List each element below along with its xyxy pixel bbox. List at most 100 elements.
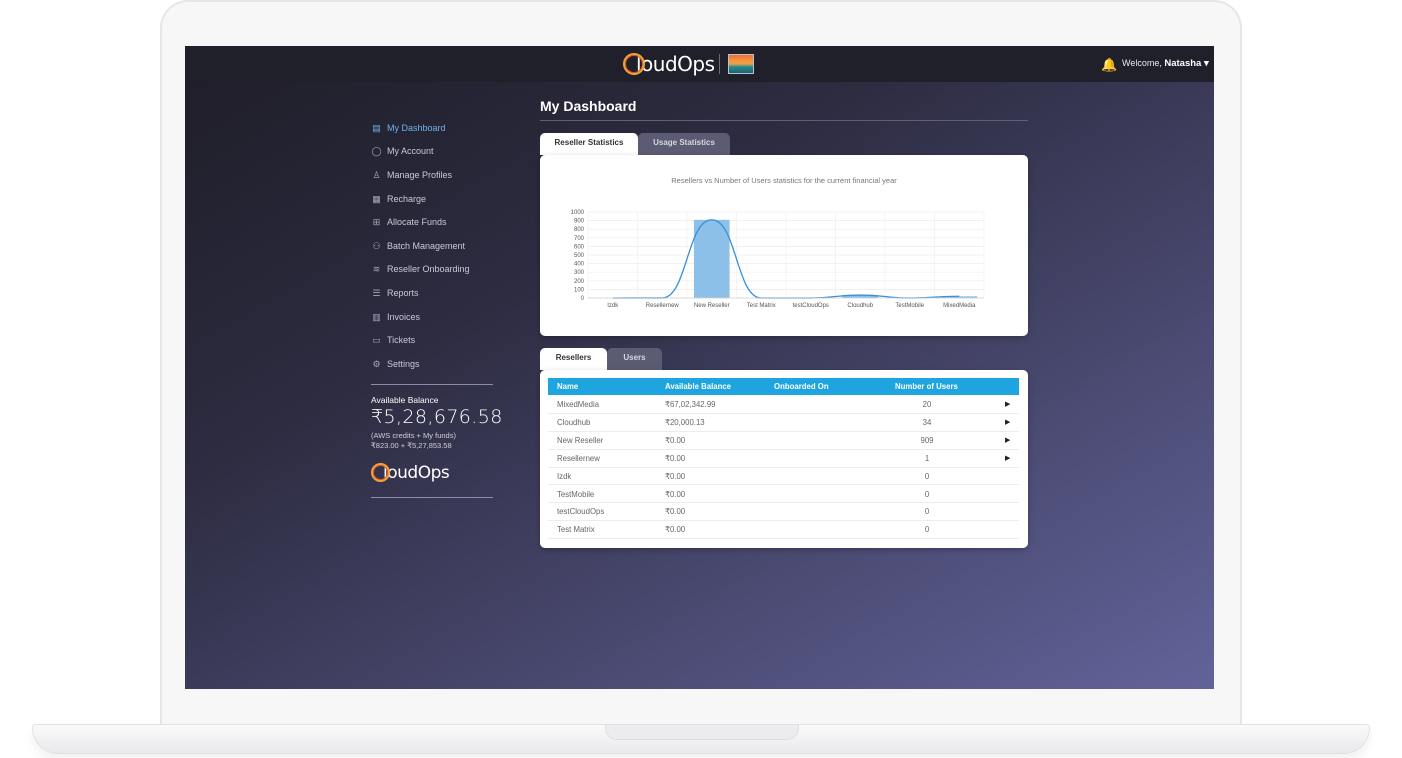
balance-note-line1: (AWS credits + My funds)	[371, 430, 456, 440]
sidebar-item-label: Tickets	[387, 335, 416, 346]
x-tick-label: Resellernew	[646, 303, 680, 309]
cell-balance: ₹0.00	[665, 525, 686, 535]
app-screen: loudOps 🔔 Welcome, Natasha ▾ ▤ My Dashboa…	[185, 46, 1214, 689]
profiles-icon: ♙	[372, 169, 381, 180]
tab-resellers[interactable]: Resellers	[540, 348, 607, 370]
cloudops-logo[interactable]: loudOps	[623, 52, 715, 76]
chart-card: Resellers vs Number of Users statistics …	[540, 155, 1028, 336]
cell-balance: ₹20,000.13	[665, 417, 705, 427]
table-row[interactable]: Resellernew ₹0.00 1 ▶	[548, 450, 1019, 468]
sidebar-item-recharge[interactable]: ▦ Recharge	[371, 187, 493, 211]
y-tick-label: 500	[574, 253, 585, 259]
cell-balance: ₹0.00	[665, 435, 686, 445]
x-tick-label: Izdk	[607, 303, 619, 309]
table-row[interactable]: MixedMedia ₹67,02,342.99 20 ▶	[548, 396, 1019, 414]
sidebar-item-settings[interactable]: ⚙ Settings	[371, 352, 493, 376]
cell-name: Cloudhub	[557, 417, 591, 427]
resellers-table-card: Name Available Balance Onboarded On Numb…	[540, 370, 1028, 548]
x-tick-label: testCloudOps	[793, 303, 829, 309]
sidebar: ▤ My Dashboard ◯ My Account ♙ Manage Profiles…	[371, 116, 503, 508]
title-divider	[540, 120, 1028, 121]
logo-text: loudOps	[636, 52, 715, 76]
welcome-label: Welcome,	[1122, 58, 1162, 68]
tab-users[interactable]: Users	[607, 348, 662, 370]
sidebar-item-batch-management[interactable]: ⚇ Batch Management	[371, 234, 493, 258]
balance-label: Available Balance	[371, 394, 439, 405]
cell-users: 0	[924, 507, 930, 517]
cell-balance: ₹0.00	[665, 489, 686, 499]
bar-new-reseller	[693, 219, 730, 298]
cell-balance: ₹0.00	[665, 471, 686, 481]
bell-icon[interactable]: 🔔	[1101, 57, 1117, 73]
sidebar-item-label: Batch Management	[387, 240, 466, 251]
sidebar-item-my-dashboard[interactable]: ▤ My Dashboard	[371, 116, 493, 140]
x-tick-label: Cloudhub	[847, 303, 873, 309]
table-row[interactable]: New Reseller ₹0.00 909 ▶	[548, 432, 1019, 450]
expand-arrow-icon[interactable]: ▶	[1005, 396, 1010, 413]
y-tick-label: 600	[574, 244, 585, 250]
y-tick-label: 800	[574, 227, 585, 233]
dashboard-icon: ▤	[372, 122, 381, 133]
cell-users: 0	[924, 489, 930, 499]
welcome-menu[interactable]: Welcome, Natasha ▾	[1122, 58, 1209, 69]
cell-users: 909	[920, 435, 934, 445]
sidebar-item-my-account[interactable]: ◯ My Account	[371, 140, 493, 164]
table-row[interactable]: Izdk ₹0.00 0	[548, 468, 1019, 486]
table-row[interactable]: testCloudOps ₹0.00 0	[548, 503, 1019, 522]
cell-users: 0	[924, 525, 930, 535]
tab-usage-statistics[interactable]: Usage Statistics	[638, 133, 730, 155]
logo-ring-icon	[623, 53, 645, 75]
sidebar-logo-text: loudOps	[383, 462, 450, 483]
sidebar-item-label: Allocate Funds	[387, 217, 447, 228]
column-header-users[interactable]: Number of Users	[895, 378, 958, 395]
sidebar-nav: ▤ My Dashboard ◯ My Account ♙ Manage Profiles…	[371, 116, 493, 376]
balance-note: (AWS credits + My funds) ₹823.00 + ₹5,27…	[371, 431, 493, 451]
sidebar-item-invoices[interactable]: ▥ Invoices	[371, 305, 493, 329]
balance-amount: ₹5,28,676.58	[371, 405, 503, 428]
cell-users: 20	[922, 400, 932, 409]
expand-arrow-icon[interactable]: ▶	[1005, 432, 1010, 449]
balance-note-line2: ₹823.00 + ₹5,27,853.58	[371, 440, 452, 450]
onboarding-icon: ≋	[372, 264, 381, 275]
cell-balance: ₹0.00	[665, 453, 686, 463]
sidebar-item-allocate-funds[interactable]: ⊞ Allocate Funds	[371, 210, 493, 234]
invoices-icon: ▥	[372, 311, 381, 322]
y-tick-label: 300	[574, 270, 585, 276]
y-tick-label: 100	[574, 287, 585, 293]
sidebar-divider	[371, 383, 493, 385]
reseller-users-chart: 0 100 200 300 400 500 600 700 800 900 1000 Izdk Rese…	[571, 210, 985, 309]
logo-divider	[719, 54, 720, 74]
recharge-icon: ▦	[372, 193, 381, 204]
table-row[interactable]: Cloudhub ₹20,000.13 34 ▶	[548, 414, 1019, 432]
y-tick-label: 400	[574, 262, 585, 268]
top-bar: loudOps 🔔 Welcome, Natasha ▾	[185, 46, 1214, 82]
sidebar-item-reports[interactable]: ☰ Reports	[371, 281, 493, 305]
sidebar-item-label: Recharge	[387, 193, 427, 204]
cell-name: TestMobile	[557, 489, 595, 499]
table-row[interactable]: TestMobile ₹0.00 0	[548, 486, 1019, 504]
y-tick-label: 200	[574, 279, 585, 285]
user-name[interactable]: Natasha ▾	[1164, 58, 1208, 69]
y-tick-label: 1000	[571, 210, 585, 216]
sidebar-logo: loudOps	[371, 463, 493, 483]
column-header-balance[interactable]: Available Balance	[665, 378, 731, 395]
expand-arrow-icon[interactable]: ▶	[1005, 450, 1010, 467]
cell-name: New Reseller	[557, 435, 604, 445]
cell-name: MixedMedia	[557, 400, 600, 409]
sidebar-item-tickets[interactable]: ▭ Tickets	[371, 328, 493, 352]
page-title: My Dashboard	[540, 98, 637, 114]
table-row[interactable]: Test Matrix ₹0.00 0	[548, 521, 1019, 540]
cell-name: Test Matrix	[557, 525, 595, 535]
cell-name: Izdk	[557, 471, 572, 481]
column-header-name[interactable]: Name	[557, 378, 578, 395]
expand-arrow-icon[interactable]: ▶	[1005, 414, 1010, 431]
tab-reseller-statistics[interactable]: Reseller Statistics	[540, 133, 638, 155]
sidebar-item-reseller-onboarding[interactable]: ≋ Reseller Onboarding	[371, 258, 493, 282]
column-header-onboarded[interactable]: Onboarded On	[774, 378, 829, 395]
sidebar-item-label: Invoices	[387, 311, 421, 322]
cell-name: Resellernew	[557, 453, 600, 463]
cell-balance: ₹67,02,342.99	[665, 400, 716, 409]
x-tick-label: New Reseller	[694, 303, 730, 309]
sidebar-item-label: Settings	[387, 358, 420, 369]
sidebar-item-manage-profiles[interactable]: ♙ Manage Profiles	[371, 163, 493, 187]
